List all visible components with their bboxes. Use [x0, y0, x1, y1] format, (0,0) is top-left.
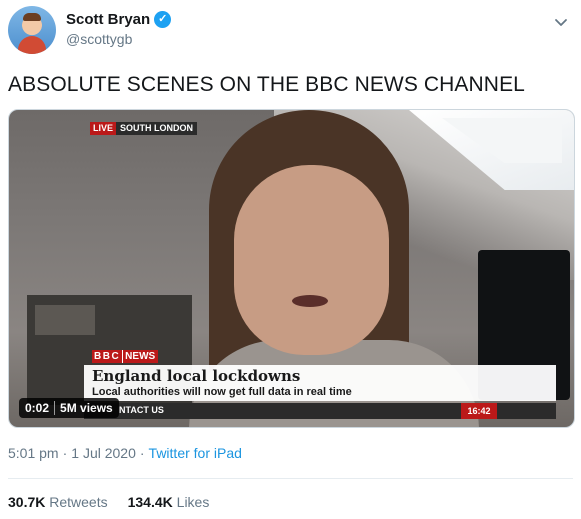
headline: England local lockdowns	[92, 367, 301, 385]
video-presenter-mouth	[292, 295, 328, 307]
verified-check-icon: ✓	[154, 11, 172, 28]
meta-separator: ·	[62, 445, 68, 461]
meta-separator: ·	[139, 445, 145, 461]
retweets-count: 30.7K	[8, 494, 46, 510]
bbc-news-logo: BBC NEWS	[92, 350, 159, 363]
tweet-text: ABSOLUTE SCENES ON THE BBC NEWS CHANNEL	[8, 73, 525, 96]
subheadline: Local authorities will now get full data…	[92, 386, 352, 398]
avatar[interactable]	[8, 6, 56, 54]
likes-count: 134.4K	[127, 494, 173, 510]
badge-divider	[54, 401, 56, 415]
tweet-source-link[interactable]: Twitter for iPad	[149, 445, 242, 461]
tweet-stats: 30.7K Retweets 134.4K Likes	[8, 494, 209, 510]
likes-stat[interactable]: 134.4K Likes	[128, 494, 210, 510]
video-presenter-face	[234, 165, 389, 355]
tweet-meta: 5:01 pm · 1 Jul 2020 · Twitter for iPad	[8, 445, 242, 461]
live-tag: LIVE SOUTH LONDON	[90, 122, 198, 135]
tweet-header: Scott Bryan ✓ @scottygb	[8, 6, 573, 54]
broadcast-clock: 16:42	[461, 403, 497, 419]
live-label: LIVE	[90, 122, 117, 135]
retweets-label: Retweets	[49, 494, 108, 510]
view-count: 5M views	[60, 401, 113, 415]
chevron-down-icon[interactable]	[551, 12, 571, 32]
video-info-badge: 0:02 5M views	[19, 398, 119, 418]
likes-label: Likes	[176, 494, 210, 510]
author-handle[interactable]: @scottygb	[66, 31, 132, 47]
tweet-time[interactable]: 5:01 pm	[8, 445, 59, 461]
bbc-logo-blocks: BBC	[92, 350, 123, 363]
tweet-date[interactable]: 1 Jul 2020	[71, 445, 136, 461]
video-player[interactable]: LIVE SOUTH LONDON BBC NEWS England local…	[8, 109, 575, 428]
retweets-stat[interactable]: 30.7K Retweets	[8, 494, 108, 510]
ticker-text: NTACT US	[119, 405, 164, 415]
elapsed-time: 0:02	[25, 401, 50, 415]
author-name-row: Scott Bryan ✓	[66, 11, 172, 28]
divider	[8, 478, 573, 479]
bbc-logo-news: NEWS	[122, 350, 159, 363]
author-display-name[interactable]: Scott Bryan	[66, 11, 150, 28]
location-label: SOUTH LONDON	[116, 122, 198, 135]
